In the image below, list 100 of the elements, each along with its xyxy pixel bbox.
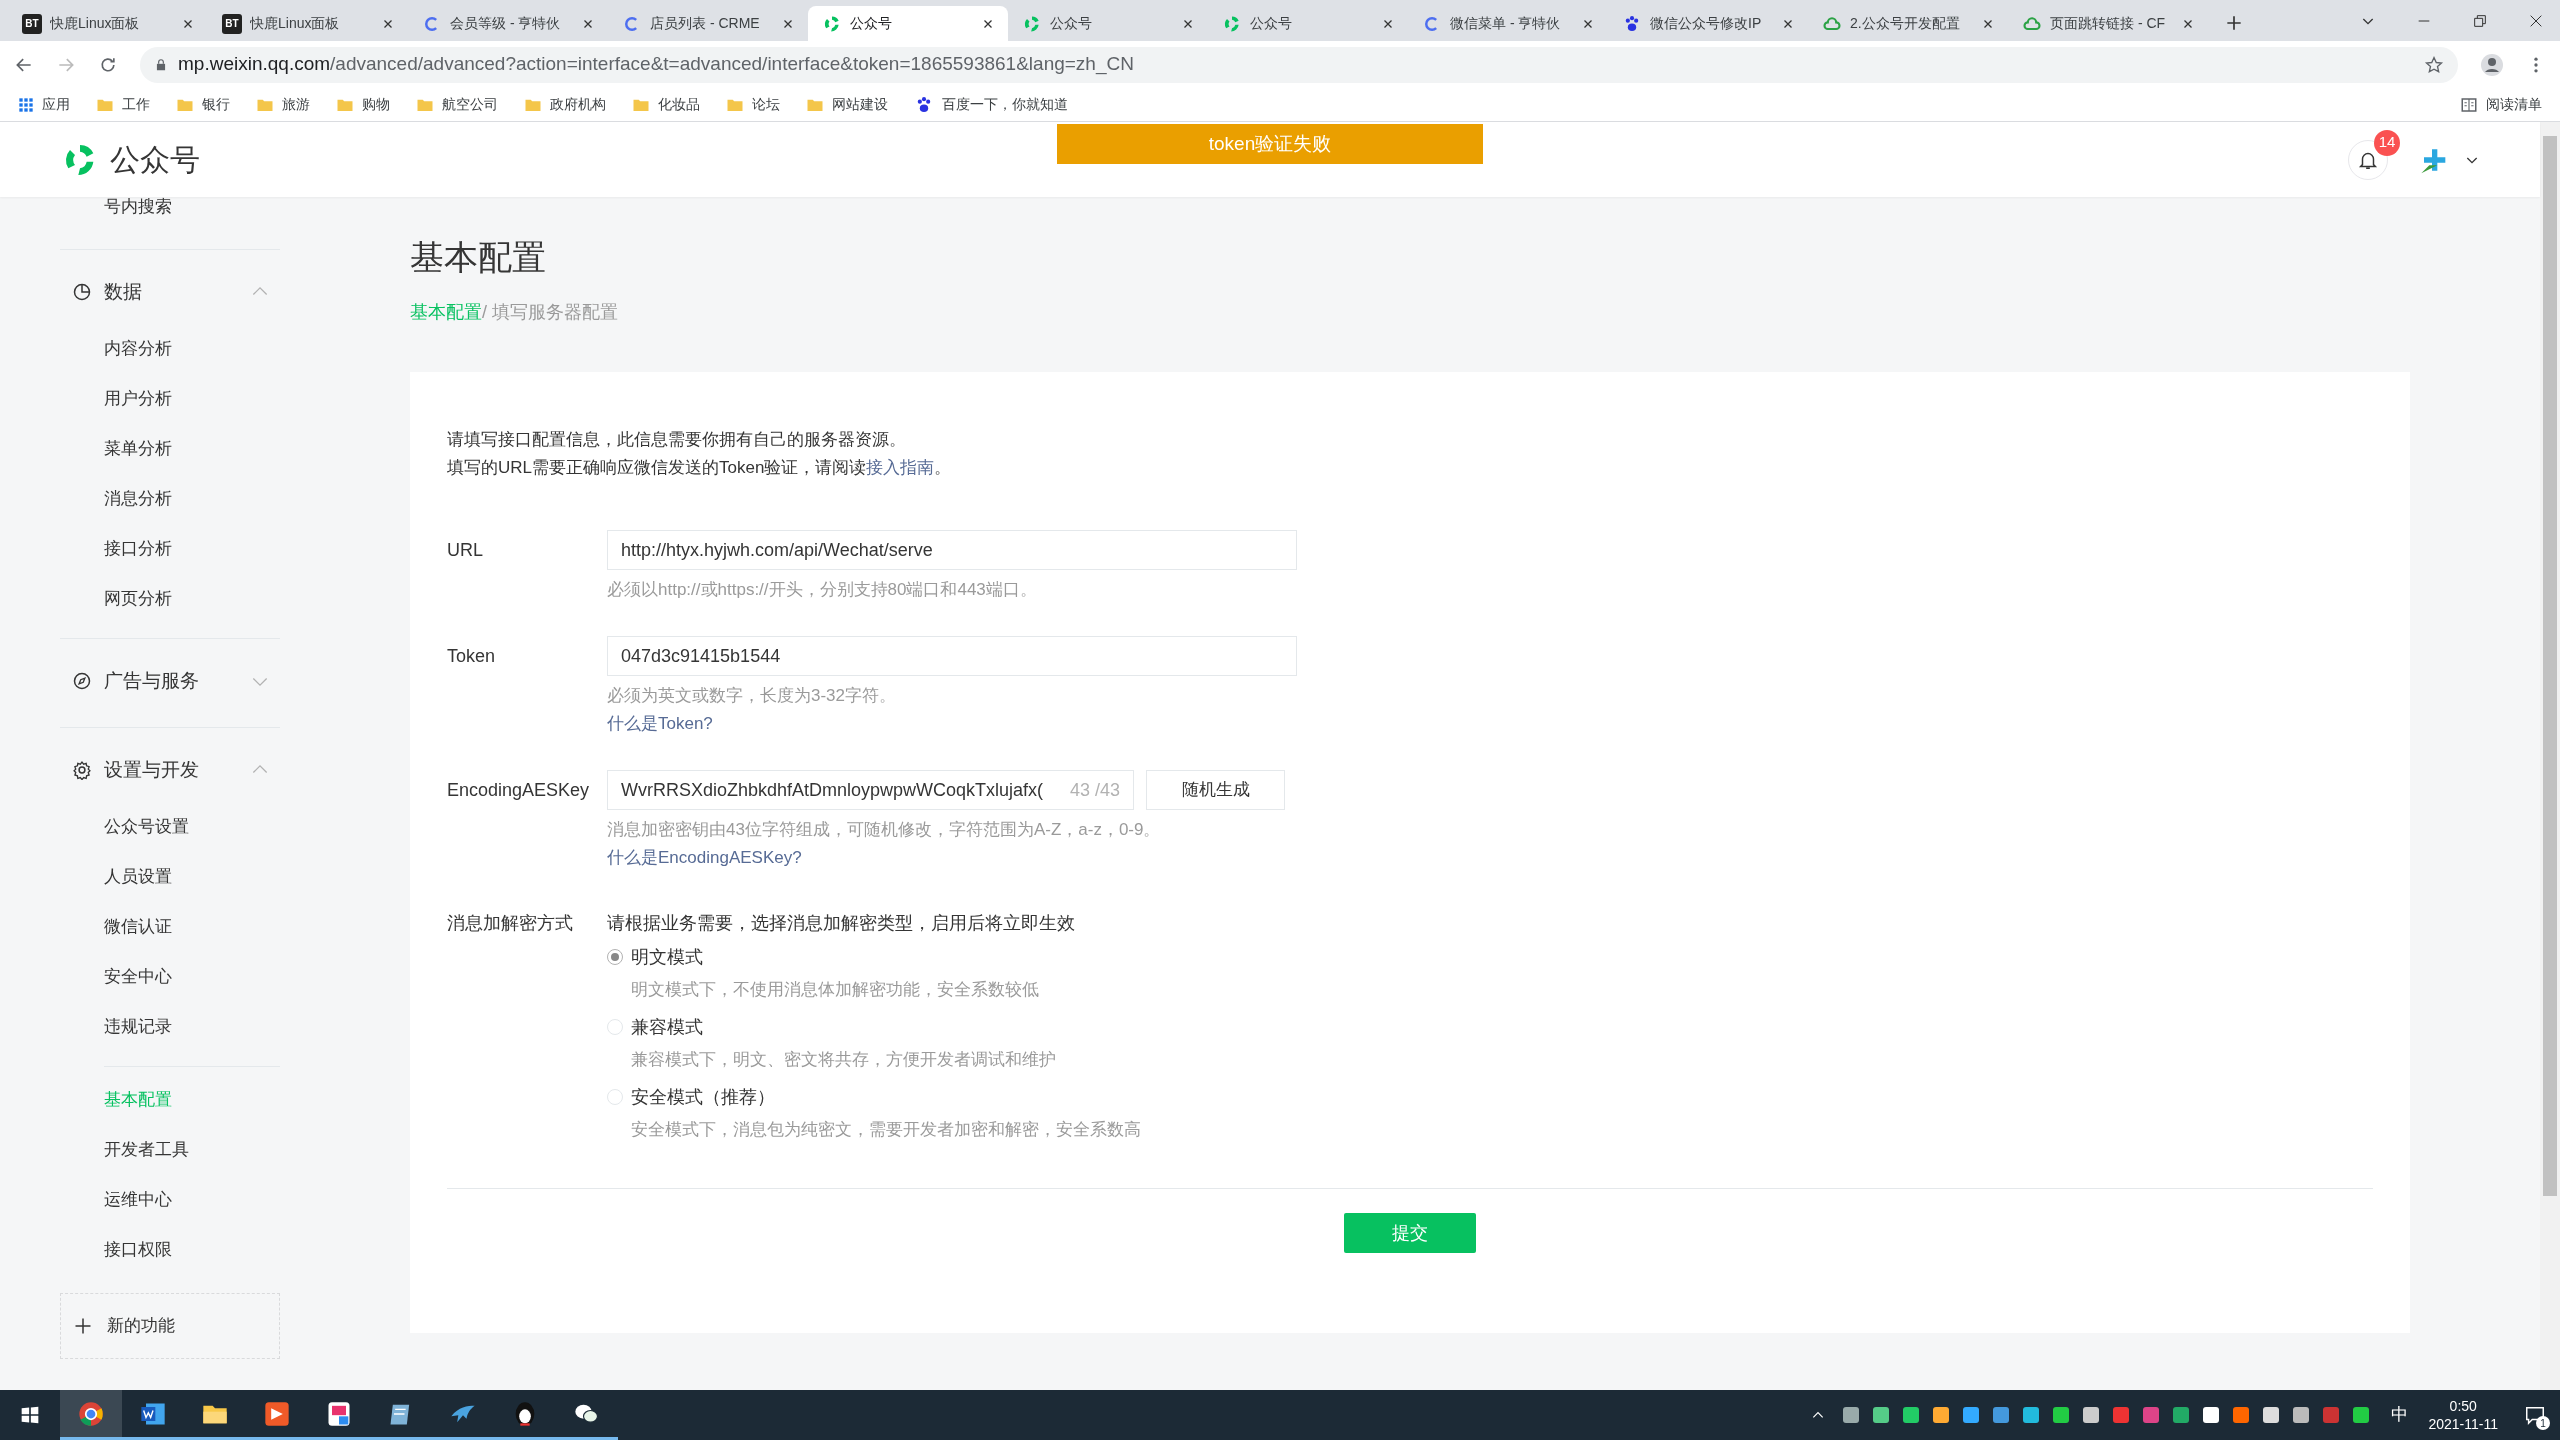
sidebar-item[interactable]: 违规记录 [60,1002,280,1052]
error-banner: token验证失败 [1057,124,1483,164]
action-center-button[interactable]: 1 [2520,1400,2550,1430]
field-label: EncodingAESKey [447,778,591,802]
browser-tab[interactable]: 公众号 [808,6,1008,41]
browser-tab[interactable]: 2.公众号开发配置 [1808,6,2008,41]
close-icon[interactable] [582,17,594,30]
sidebar-item[interactable]: 接口分析 [60,524,280,574]
random-generate-button[interactable]: 随机生成 [1146,770,1285,810]
scrollbar[interactable] [2540,122,2560,1390]
sidebar-item[interactable]: 号内搜索 [60,197,172,227]
sidebar-item[interactable]: 网页分析 [60,574,280,624]
notification-icon [2524,1404,2546,1426]
radio-option[interactable]: 安全模式（推荐） [607,1082,1141,1112]
intro-text: 填写的URL需要正确响应微信发送的Token验证，请阅读接入指南。 [447,457,953,479]
reading-list-button[interactable]: 阅读清单 [2460,94,2542,115]
sidebar-item[interactable]: 消息分析 [60,474,280,524]
restore-icon[interactable] [2472,13,2488,29]
close-icon[interactable] [382,17,394,30]
sidebar-section-header[interactable]: 数据 [60,270,280,314]
settings-icon [72,760,92,780]
reading-list-icon [2460,95,2478,114]
field-label: 消息加解密方式 [447,912,574,935]
play-app-icon [263,1399,291,1428]
compass-icon [72,671,92,691]
browser-tab[interactable]: 店员列表 - CRME [608,6,808,41]
profile-icon[interactable] [2480,52,2504,77]
bookmark[interactable]: 购物 [336,94,390,115]
close-icon[interactable] [782,17,794,30]
plus-icon [73,1316,93,1336]
new-tab-icon[interactable] [2224,13,2244,33]
bookmark[interactable]: 化妆品 [632,94,700,115]
text-field[interactable]: 047d3c91415b1544 [607,636,1297,676]
sidebar-section-header[interactable]: 设置与开发 [60,748,280,792]
bookmark[interactable]: 旅游 [256,94,310,115]
radio-option[interactable]: 兼容模式 [607,1012,1141,1042]
notification-badge: 14 [2374,129,2400,156]
text-field[interactable]: WvrRRSXdioZhbkdhfAtDmnloypwpwWCoqkTxlujafx( 43 /43 [607,770,1134,810]
hint-text: 明文模式下，不使用消息体加解密功能，安全系数较低 [630,979,1040,1001]
apps-grid-icon [18,96,34,113]
chrome-icon [77,1399,105,1428]
browser-tab[interactable]: BT 快鹿Linux面板 [8,6,208,41]
bt-logo-icon: BT [222,13,242,34]
bt-logo-icon: BT [22,13,42,34]
intro-text: 请填写接口配置信息，此信息需要你拥有自己的服务器资源。 [447,429,907,451]
browser-tab[interactable]: 微信菜单 - 亨特伙 [1408,6,1608,41]
new-feature-button[interactable]: 新的功能 [60,1293,280,1359]
guide-link[interactable]: 接入指南 [866,458,935,477]
input-method-indicator[interactable]: 中 [2391,1402,2409,1428]
clock[interactable]: 0:50 2021-11-11 [2428,1397,2498,1433]
close-icon[interactable] [1582,17,1594,30]
browser-tab[interactable]: 微信公众号修改IP [1608,6,1808,41]
close-icon[interactable] [982,17,994,30]
sidebar-item[interactable]: 开发者工具 [104,1125,280,1175]
page-title: 基本配置 [410,237,547,278]
sidebar-item[interactable]: 菜单分析 [60,424,280,474]
bookmark[interactable]: 百度一下，你就知道 [914,94,1068,115]
close-icon[interactable] [182,17,194,30]
bookmark[interactable]: 网站建设 [806,94,888,115]
close-icon[interactable] [1782,17,1794,30]
sidebar-section-header[interactable]: 广告与服务 [60,659,280,703]
sidebar-item[interactable]: 用户分析 [60,374,280,424]
field-label: Token [447,644,497,668]
close-icon[interactable] [1382,17,1394,30]
hint-text: 必须以http://或https://开头，分别支持80端口和443端口。 [607,579,1038,601]
windows-icon[interactable] [20,1405,40,1425]
text-field[interactable]: http://htyx.hyjwh.com/api/Wechat/serve [607,530,1297,570]
sidebar-item[interactable]: 人员设置 [60,852,280,902]
hint-text: 必须为英文或数字，长度为3-32字符。 [607,685,898,707]
sidebar-item[interactable]: 接口权限 [104,1225,280,1275]
bookmark[interactable]: 工作 [96,94,150,115]
close-icon[interactable] [1182,17,1194,30]
close-icon[interactable] [2528,13,2544,29]
character-counter: 43 /43 [1069,778,1120,802]
star-icon[interactable] [2424,54,2444,75]
bookmark[interactable]: 银行 [176,94,230,115]
browser-tab[interactable]: 页面跳转链接 - CF [2008,6,2208,41]
address-bar[interactable]: mp.weixin.qq.com/advanced/advanced?action=interface&t=advanced/interface&token=1865593861&lang=zh_CN [140,46,2458,83]
sidebar-item[interactable]: 公众号设置 [60,802,280,852]
bookmark[interactable]: 政府机构 [524,94,606,115]
browser-tab[interactable]: 公众号 [1008,6,1208,41]
browser-tab[interactable]: 会员等级 - 亨特伙 [408,6,608,41]
sidebar-item[interactable]: 微信认证 [60,902,280,952]
bookmark[interactable]: 论坛 [726,94,780,115]
help-link[interactable]: 什么是Token? [607,710,713,738]
radio-option[interactable]: 明文模式 [607,942,1141,972]
hint-text: 安全模式下，消息包为纯密文，需要开发者加密和解密，安全系数高 [630,1119,1141,1141]
browser-tab[interactable]: BT 快鹿Linux面板 [208,6,408,41]
close-icon[interactable] [1982,17,1994,30]
notification-count: 1 [2536,1416,2550,1430]
sidebar-item[interactable]: 安全中心 [60,952,280,1002]
close-icon[interactable] [2182,17,2194,30]
sidebar-item[interactable]: 内容分析 [60,324,280,374]
bookmark[interactable]: 航空公司 [416,94,498,115]
apps-bookmark[interactable]: 应用 [18,94,70,115]
lock-icon [154,57,168,72]
description-text: 请根据业务需要，选择消息加解密类型，启用后将立即生效 [607,912,1076,935]
help-link[interactable]: 什么是EncodingAESKey? [607,844,802,872]
browser-tab[interactable]: 公众号 [1208,6,1408,41]
sidebar-item[interactable]: 运维中心 [104,1175,280,1225]
